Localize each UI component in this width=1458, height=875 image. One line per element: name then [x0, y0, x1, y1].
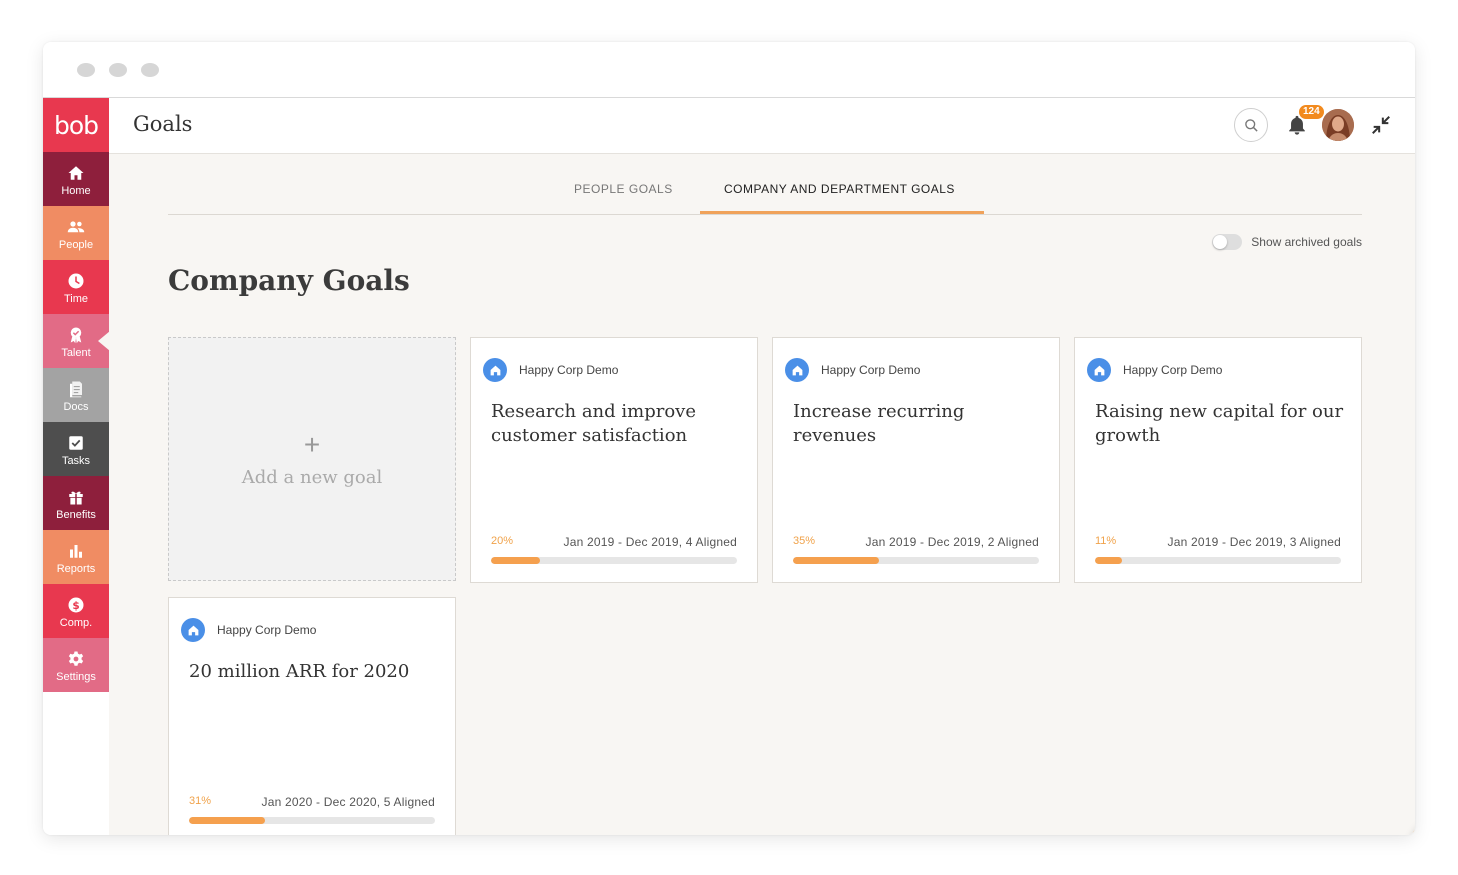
bob-logo[interactable]: bob: [43, 98, 109, 152]
window-dot-maximize[interactable]: [141, 63, 159, 77]
goal-progress-fill: [491, 557, 541, 564]
search-button[interactable]: [1234, 108, 1268, 142]
avatar-portrait-icon: [1322, 109, 1354, 141]
plus-icon: +: [303, 428, 321, 460]
main-content: Goals 124 PEOPLE GOALS COMPANY AND DEPAR…: [109, 98, 1415, 835]
page-title: Goals: [133, 112, 193, 136]
goal-card[interactable]: Happy Corp Demo 20 million ARR for 2020 …: [168, 597, 456, 835]
goal-percent: 31%: [189, 795, 212, 807]
sidebar-item-label: Talent: [61, 346, 91, 359]
checkbox-icon: [69, 435, 83, 450]
goal-title: Increase recurring revenues: [793, 401, 965, 446]
svg-text:$: $: [72, 599, 79, 611]
clock-icon: [68, 273, 84, 288]
goal-meta: Jan 2019 - Dec 2019, 3 Aligned: [1167, 535, 1341, 549]
goal-title: Raising new capital for our growth: [1095, 401, 1344, 446]
goal-progress-bar: [491, 557, 737, 564]
org-house-icon: [181, 618, 205, 642]
bar-chart-icon: [70, 544, 82, 558]
document-icon: [70, 381, 82, 397]
goal-title: 20 million ARR for 2020: [189, 661, 410, 682]
goal-org-name: Happy Corp Demo: [821, 363, 921, 377]
sidebar-item-time[interactable]: Time: [43, 260, 109, 314]
sidebar-item-settings[interactable]: Settings: [43, 638, 109, 692]
window-dot-minimize[interactable]: [109, 63, 127, 77]
goal-progress-bar: [189, 817, 435, 824]
section-title: Company Goals: [168, 264, 410, 297]
org-house-icon: [785, 358, 809, 382]
tab-people-goals[interactable]: PEOPLE GOALS: [574, 182, 673, 196]
goal-progress-fill: [189, 817, 266, 824]
sidebar-item-comp[interactable]: $ Comp.: [43, 584, 109, 638]
sidebar-item-label: Settings: [56, 670, 96, 683]
goal-percent: 20%: [491, 535, 514, 547]
dollar-icon: $: [68, 597, 84, 612]
goals-tabs: PEOPLE GOALS COMPANY AND DEPARTMENT GOAL…: [168, 153, 1362, 215]
goal-org-name: Happy Corp Demo: [519, 363, 619, 377]
sidebar-item-benefits[interactable]: Benefits: [43, 476, 109, 530]
gear-icon: [68, 651, 84, 666]
people-icon: [67, 220, 85, 232]
sidebar-item-people[interactable]: People: [43, 206, 109, 260]
org-house-icon: [483, 358, 507, 382]
goal-progress-fill: [1095, 557, 1123, 564]
user-avatar[interactable]: [1322, 109, 1354, 141]
goal-progress-bar: [793, 557, 1039, 564]
goal-meta: Jan 2020 - Dec 2020, 5 Aligned: [261, 795, 435, 809]
add-goal-card[interactable]: + Add a new goal: [168, 337, 456, 581]
window-dot-close[interactable]: [77, 63, 95, 77]
org-house-icon: [1087, 358, 1111, 382]
sidebar-item-home[interactable]: Home: [43, 152, 109, 206]
goal-card[interactable]: Happy Corp Demo Raising new capital for …: [1074, 337, 1362, 583]
show-archived-toggle[interactable]: [1212, 234, 1243, 250]
sidebar-item-label: Benefits: [56, 508, 96, 521]
sidebar-item-tasks[interactable]: Tasks: [43, 422, 109, 476]
app-window: bob Home People Time Talent Docs Tasks B…: [43, 42, 1415, 835]
tab-company-department-goals[interactable]: COMPANY AND DEPARTMENT GOALS: [724, 182, 955, 196]
gift-icon: [69, 491, 83, 504]
collapse-icon[interactable]: [1370, 114, 1392, 136]
goal-progress-fill: [793, 557, 880, 564]
sidebar-item-talent[interactable]: Talent: [43, 314, 110, 368]
sidebar-item-docs[interactable]: Docs: [43, 368, 109, 422]
goal-percent: 11%: [1095, 535, 1117, 547]
sidebar-item-label: Comp.: [59, 616, 93, 629]
notification-badge: 124: [1298, 104, 1325, 120]
sidebar-item-label: Time: [63, 292, 89, 305]
home-icon: [68, 165, 84, 180]
goal-percent: 35%: [793, 535, 816, 547]
top-bar: Goals 124: [109, 98, 1415, 154]
show-archived-label: Show archived goals: [1251, 235, 1362, 249]
goal-org-name: Happy Corp Demo: [217, 623, 317, 637]
sidebar-item-reports[interactable]: Reports: [43, 530, 109, 584]
chat-button[interactable]: [1409, 818, 1415, 835]
sidebar-item-label: Home: [61, 184, 91, 197]
active-tab-indicator: [700, 211, 984, 214]
goal-title: Research and improve customer satisfacti…: [491, 401, 697, 446]
goal-card[interactable]: Happy Corp Demo Research and improve cus…: [470, 337, 758, 583]
goal-meta: Jan 2019 - Dec 2019, 4 Aligned: [563, 535, 737, 549]
sidebar: bob Home People Time Talent Docs Tasks B…: [43, 98, 110, 835]
add-goal-label: Add a new goal: [241, 466, 383, 488]
search-icon: [1244, 118, 1258, 132]
goal-card[interactable]: Happy Corp Demo Increase recurring reven…: [772, 337, 1060, 583]
goal-meta: Jan 2019 - Dec 2019, 2 Aligned: [865, 535, 1039, 549]
goal-progress-bar: [1095, 557, 1341, 564]
sidebar-item-label: Reports: [56, 562, 96, 575]
sidebar-item-label: People: [58, 238, 94, 251]
sidebar-item-label: Tasks: [61, 454, 91, 467]
award-icon: [70, 327, 82, 343]
goal-org-name: Happy Corp Demo: [1123, 363, 1223, 377]
window-titlebar: [43, 42, 1415, 98]
sidebar-item-label: Docs: [63, 400, 89, 413]
show-archived-toggle-group: Show archived goals: [1212, 234, 1362, 250]
